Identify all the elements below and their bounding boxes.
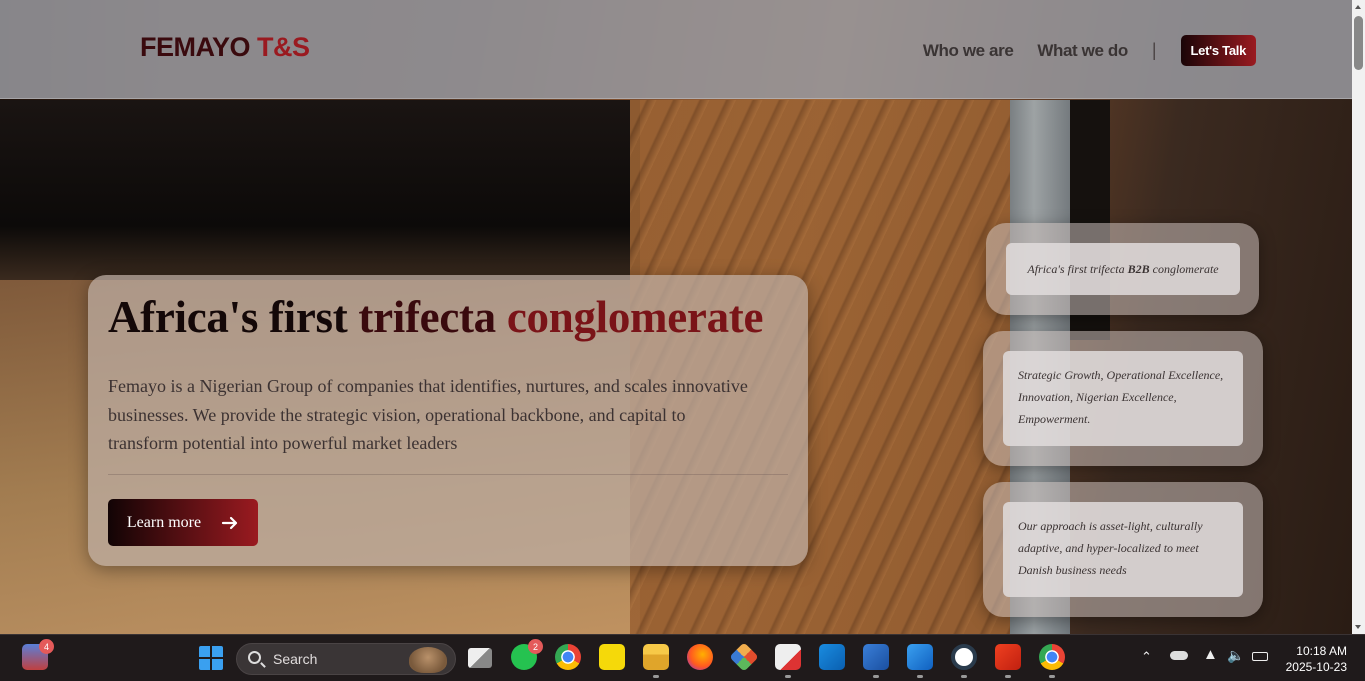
feature-card-2: Strategic Growth, Operational Excellence… [983,331,1263,466]
learn-more-label: Learn more [126,513,202,531]
windows-start-icon[interactable] [199,646,223,670]
page-scrollbar[interactable] [1352,0,1365,634]
learn-more-button[interactable]: Learn more [108,499,258,546]
battery-icon[interactable] [1252,652,1268,661]
sticky-app-icon[interactable] [599,644,625,670]
file-explorer-icon[interactable] [643,644,669,670]
feature-card-1-text: Africa's first trifecta B2B conglomerate [1006,243,1240,295]
firefox-icon[interactable] [687,644,713,670]
feature-card-3: Our approach is asset-light, culturally … [983,482,1263,617]
nav-who-we-are[interactable]: Who we are [923,41,1014,61]
feature-card-1: Africa's first trifecta B2B conglomerate [986,223,1259,315]
widget-badge: 4 [39,639,54,654]
scroll-down-icon[interactable] [1355,625,1361,629]
taskbar-clock[interactable]: 10:18 AM 2025-10-23 [1286,643,1347,675]
divider [108,474,788,475]
main-nav: Who we are What we do | Let's Talk [923,35,1256,66]
scroll-up-icon[interactable] [1355,5,1361,9]
logo-text-part2: T&S [257,32,310,62]
task-view-icon[interactable] [468,648,492,668]
site-header: FEMAYO T&S Who we are What we do | Let's… [0,0,1352,99]
search-label: Search [273,651,318,667]
feature-card-3-text: Our approach is asset-light, culturally … [1003,502,1243,597]
nav-what-we-do[interactable]: What we do [1037,41,1128,61]
hero-title: Africa's first trifecta conglomerate [108,292,764,342]
nav-separator: | [1151,40,1157,60]
app-icon[interactable] [995,644,1021,670]
whatsapp-badge: 2 [528,639,543,654]
clock-date: 2025-10-23 [1285,660,1347,674]
search-highlight-image [409,647,447,673]
chevron-up-icon[interactable]: ⌃ [1141,649,1152,665]
chrome-icon[interactable] [555,644,581,670]
weather-widget-icon[interactable]: 4 [22,639,54,670]
vscode-icon[interactable] [907,644,933,670]
arrow-right-icon [221,516,238,529]
word-icon[interactable] [863,644,889,670]
hero-description: Femayo is a Nigerian Group of companies … [108,376,748,453]
taskbar: 4 Search 2 ⌃ ▲ 🔈 10:18 AM 2025-10-23 [0,634,1365,681]
taskbar-search[interactable]: Search [236,643,456,675]
outlook-icon[interactable] [819,644,845,670]
chrome-profile-icon[interactable] [1039,644,1065,670]
logo[interactable]: FEMAYO T&S [140,32,310,63]
feature-card-2-text: Strategic Growth, Operational Excellence… [1003,351,1243,446]
git-icon[interactable] [729,642,759,672]
scrollbar-thumb[interactable] [1354,16,1363,70]
snipping-tool-icon[interactable] [775,644,801,670]
clock-time: 10:18 AM [1296,644,1347,658]
wifi-icon[interactable]: ▲ [1203,646,1218,663]
lets-talk-button[interactable]: Let's Talk [1180,35,1256,66]
whatsapp-icon[interactable]: 2 [511,639,543,670]
search-icon [248,651,261,664]
hero-card: Africa's first trifecta conglomerate Fem… [88,275,808,566]
wordpress-icon[interactable] [951,644,977,670]
volume-icon[interactable]: 🔈 [1227,647,1244,664]
onedrive-icon[interactable] [1170,651,1188,660]
logo-text-part1: FEMAYO [140,32,258,62]
